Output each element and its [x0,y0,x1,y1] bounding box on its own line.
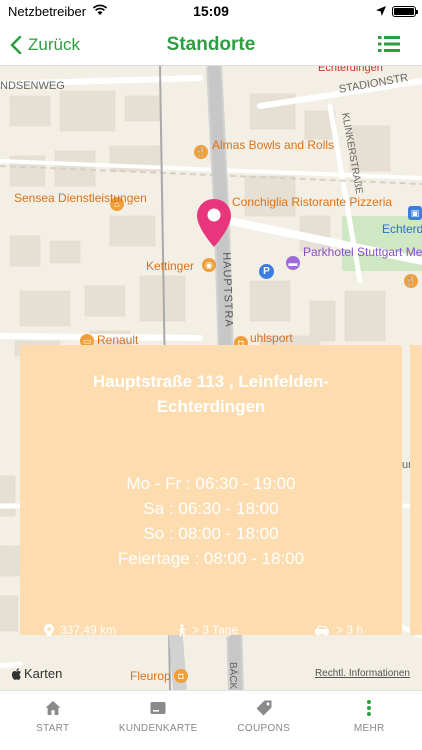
poi-uhlsport[interactable]: uhlsport [250,332,293,345]
driving-time: > 3 h [336,623,364,637]
street-label-echterdingen: Echterdingen [318,66,383,74]
street-label-bach: BÄCK [227,662,238,690]
location-marker-icon [44,623,54,637]
hours-holidays: Feiertage : 08:00 - 18:00 [117,549,305,568]
bakery-icon[interactable]: ◉ [202,258,216,272]
street-label-sandenweg: NDSENWEG [0,80,65,92]
restaurant-icon[interactable]: 🍴 [194,145,208,159]
tab-coupons[interactable]: COUPONS [211,691,317,750]
poi-kettinger[interactable]: Kettinger [146,260,194,273]
map-pin-icon[interactable] [196,198,232,248]
florist-icon[interactable]: ◘ [174,669,188,683]
poi-sensea[interactable]: Sensea Dienstleistungen [14,192,147,205]
poi-fleurop[interactable]: Fleurop [130,670,171,683]
tab-start-label: START [36,723,70,734]
tab-coupons-label: COUPONS [237,723,291,734]
street-label-echterd-right: Echterd [382,222,422,236]
list-view-icon[interactable] [378,35,400,53]
battery-icon [392,6,418,17]
status-bar: Netzbetreiber 15:09 [0,0,422,24]
clock: 15:09 [193,3,229,19]
tab-kundenkarte[interactable]: KUNDENKARTE [106,691,212,750]
distance-value: 337,49 km [60,623,117,637]
more-icon [367,700,372,716]
car-icon [315,625,329,636]
walking-time: > 3 Tage [192,623,239,637]
train-icon[interactable]: ▣ [408,206,422,220]
tab-mehr-label: MEHR [353,723,385,734]
page-title: Standorte [166,34,256,55]
next-location-card[interactable] [410,345,422,635]
tab-mehr[interactable]: MEHR [317,691,422,750]
tag-icon [256,700,272,716]
maps-attribution: Karten [10,666,62,681]
card-icon [150,702,166,714]
tab-bar: START KUNDENKARTE COUPONS MEHR [0,690,422,750]
hours-saturday: Sa : 06:30 - 18:00 [143,499,279,518]
parking-icon[interactable]: P [259,264,274,279]
opening-hours: Mo - Fr : 06:30 - 19:00 Sa : 06:30 - 18:… [20,471,402,571]
apple-logo-icon [11,667,21,680]
location-address: Hauptstraße 113 , Leinfelden-Echterdinge… [92,372,330,416]
maps-attribution-label: Karten [24,666,63,681]
home-icon [45,701,61,715]
driving-info: > 3 h [314,623,363,637]
distance-info: 337,49 km [44,623,116,637]
hotel-icon[interactable]: ▬ [286,256,300,270]
navigation-bar: Zurück Standorte [0,24,422,66]
tab-start[interactable]: START [0,691,106,750]
walking-icon [179,623,186,636]
legal-info-link[interactable]: Rechtl. Informationen [315,668,410,679]
location-arrow-icon [376,6,386,16]
restaurant-right-icon[interactable]: 🍴 [404,274,418,288]
location-card[interactable]: Hauptstraße 113 , Leinfelden-Echterdinge… [20,345,402,637]
poi-almas[interactable]: Almas Bowls and Rolls [212,139,334,152]
tab-kundenkarte-label: KUNDENKARTE [118,723,198,734]
hours-weekdays: Mo - Fr : 06:30 - 19:00 [126,474,296,493]
hours-sunday: So : 08:00 - 18:00 [143,524,279,543]
walking-info: > 3 Tage [176,623,238,637]
poi-conchiglia[interactable]: Conchiglia Ristorante Pizzeria [232,196,392,209]
poi-parkhotel[interactable]: Parkhotel Stuttgart Messe-Airport [303,246,422,259]
